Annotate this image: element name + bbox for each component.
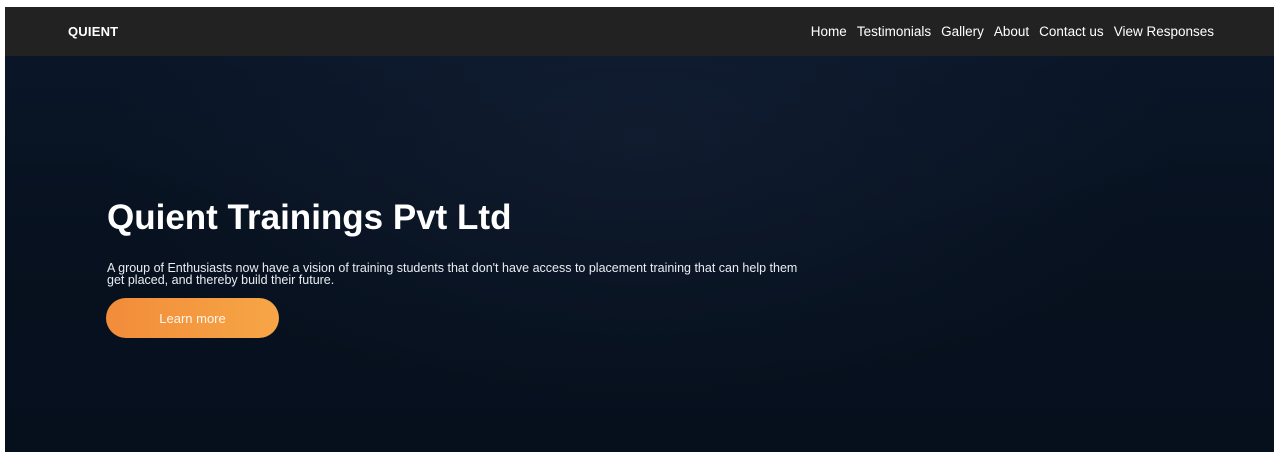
learn-more-button[interactable]: Learn more [106,298,279,338]
brand-logo[interactable]: QUIENT [68,24,118,39]
nav-links: Home Testimonials Gallery About Contact … [811,24,1214,39]
nav-link-contact-us[interactable]: Contact us [1039,24,1104,39]
nav-link-about[interactable]: About [994,24,1029,39]
hero-section: Quient Trainings Pvt Ltd A group of Enth… [5,56,1274,452]
page-frame: QUIENT Home Testimonials Gallery About C… [5,7,1274,452]
nav-link-home[interactable]: Home [811,24,847,39]
navbar: QUIENT Home Testimonials Gallery About C… [5,7,1274,56]
hero-description: A group of Enthusiasts now have a vision… [107,261,798,287]
nav-link-gallery[interactable]: Gallery [941,24,984,39]
hero-title: Quient Trainings Pvt Ltd [107,198,512,237]
nav-link-view-responses[interactable]: View Responses [1114,24,1214,39]
nav-link-testimonials[interactable]: Testimonials [857,24,931,39]
